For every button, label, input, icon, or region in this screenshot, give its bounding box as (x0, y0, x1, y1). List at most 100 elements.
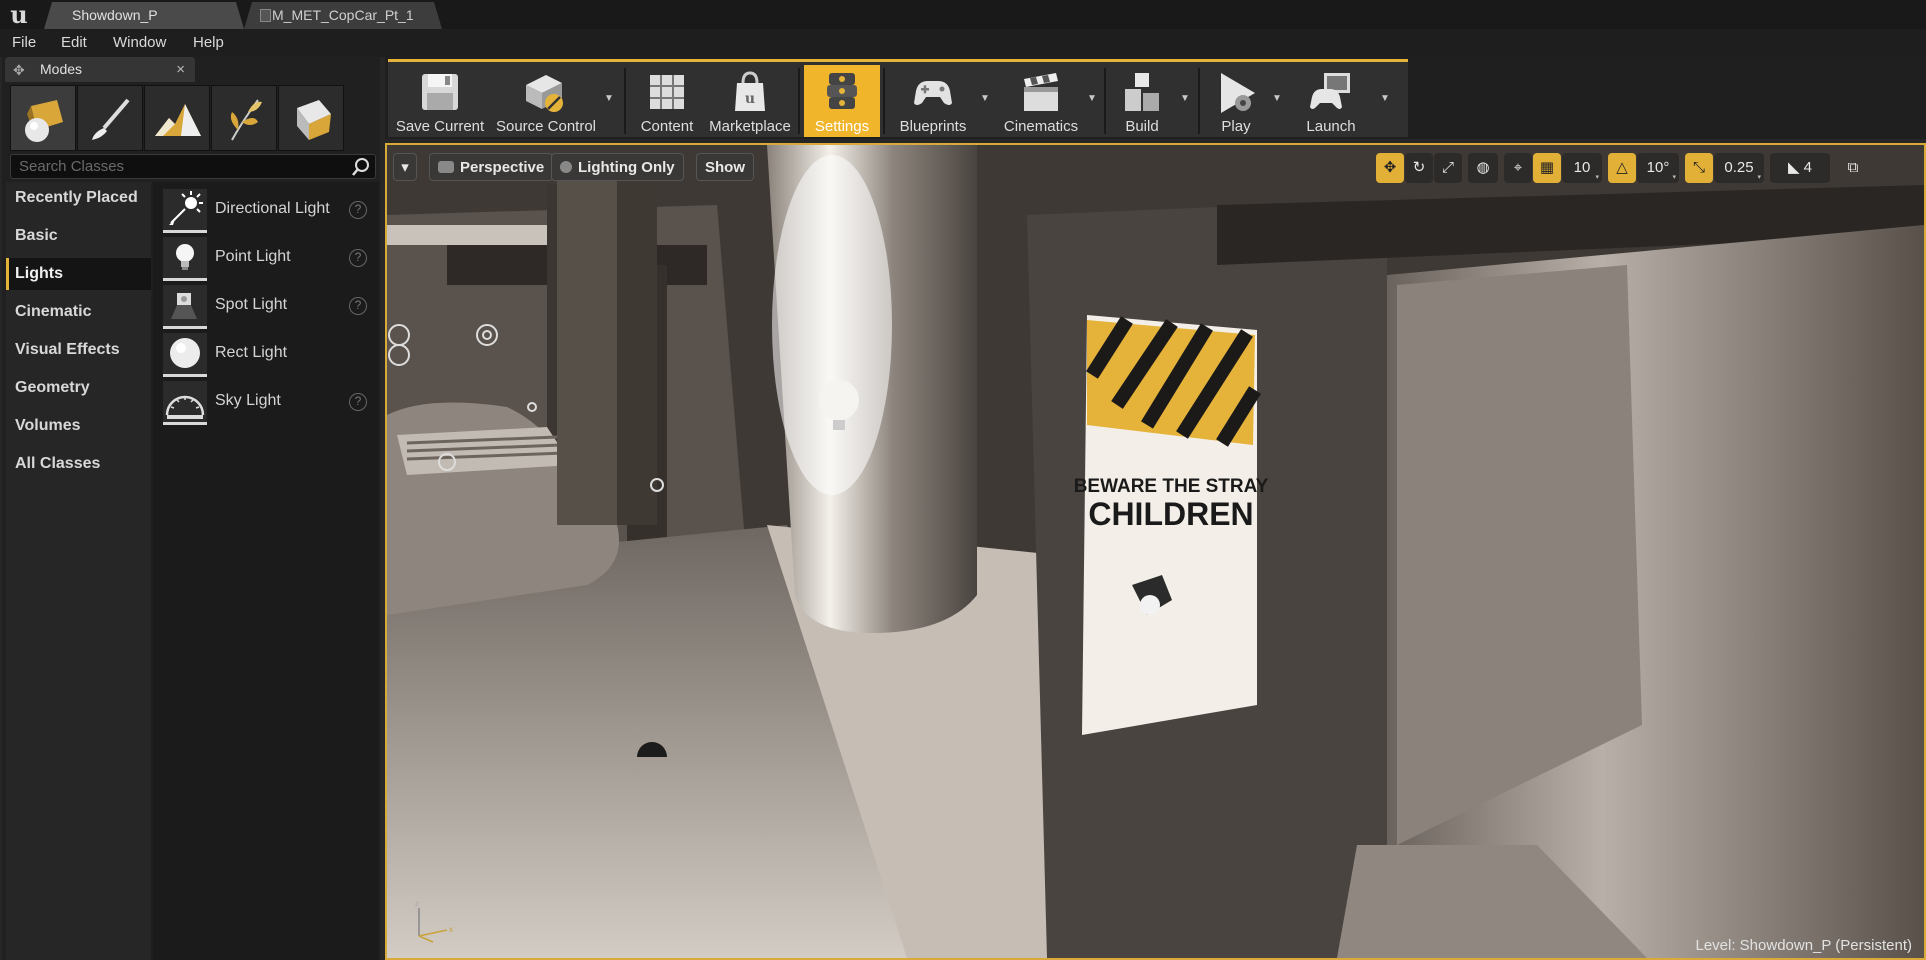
tab-m-met-copcar[interactable]: M_MET_CopCar_Pt_1 (244, 2, 442, 29)
viewport-transform-toolbar: ✥ ↻ ⤢ ◍ ⌖ ▦ 10 ▾ △ 10° ▾ ⤡ 0.25 ▾ ◣ 4 ⧉ (1376, 153, 1916, 183)
clapperboard-icon (1024, 73, 1058, 111)
perspective-button[interactable]: Perspective (429, 153, 554, 181)
scale-mode-icon[interactable]: ⤢ (1434, 153, 1462, 183)
menu-file[interactable]: File (12, 29, 36, 57)
material-document-icon (260, 9, 271, 22)
launch-dropdown[interactable]: ▼ (1378, 92, 1392, 106)
source-control-button[interactable]: Source Control (492, 65, 600, 137)
content-button[interactable]: Content (631, 65, 703, 137)
source-control-dropdown[interactable]: ▼ (602, 92, 616, 106)
help-icon[interactable]: ? (349, 393, 367, 411)
grid-snap-value[interactable]: 10 ▾ (1562, 153, 1602, 183)
maximize-viewport-icon[interactable]: ⧉ (1842, 153, 1864, 183)
settings-button[interactable]: Settings (804, 65, 880, 137)
foliage-mode-button[interactable] (211, 85, 277, 151)
search-classes-input[interactable] (11, 155, 341, 178)
menu-help[interactable]: Help (193, 29, 224, 57)
play-button[interactable]: Play (1204, 65, 1268, 137)
placeable-label: Rect Light (215, 344, 288, 361)
camera-speed-icon: ◣ (1787, 159, 1804, 176)
class-category-list: Recently Placed Basic Lights Cinematic V… (6, 182, 151, 960)
unreal-editor-window: u Showdown_P M_MET_CopCar_Pt_1 File Edit… (0, 0, 1926, 960)
paint-mode-button[interactable] (77, 85, 143, 151)
level-viewport[interactable]: BEWARE THE STRAY CHILDREN ▾ Perspective (385, 143, 1926, 960)
directional-light-icon (163, 189, 207, 233)
perspective-label: Perspective (460, 159, 545, 176)
blueprints-gamepad-icon (914, 81, 952, 105)
category-lights[interactable]: Lights (6, 258, 151, 290)
tab-showdown-p[interactable]: Showdown_P (44, 2, 244, 29)
placeable-point-light[interactable]: Point Light ? (153, 234, 379, 282)
category-basic[interactable]: Basic (6, 220, 151, 252)
category-volumes[interactable]: Volumes (6, 410, 151, 442)
viewport-scene[interactable]: BEWARE THE STRAY CHILDREN (387, 145, 1924, 958)
placeable-spot-light[interactable]: Spot Light ? (153, 282, 379, 330)
toolbar-separator (1104, 68, 1106, 134)
tab-label: M_MET_CopCar_Pt_1 (272, 7, 414, 23)
geometry-mode-button[interactable] (278, 85, 344, 151)
play-icon (1221, 73, 1255, 113)
cinematics-button[interactable]: Cinematics (996, 65, 1086, 137)
marketplace-button[interactable]: u Marketplace (705, 65, 795, 137)
modes-panel: ✥ Modes × Search Classes Recently Placed… (2, 57, 380, 960)
toolbar-separator (624, 68, 626, 134)
menu-edit[interactable]: Edit (61, 29, 87, 57)
placeable-label: Point Light (215, 248, 291, 265)
viewport-options-button[interactable]: ▾ (393, 153, 417, 181)
category-visual-effects[interactable]: Visual Effects (6, 334, 151, 366)
placeable-label: Spot Light (215, 296, 288, 313)
svg-text:u: u (745, 91, 755, 107)
blueprints-dropdown[interactable]: ▼ (978, 92, 992, 106)
placeable-actors-list: Directional Light ? Point Light ? Spot L… (153, 182, 379, 960)
rotation-snap-value[interactable]: 10° ▾ (1637, 153, 1679, 183)
modes-icon: ✥ (13, 62, 25, 78)
world-space-icon[interactable]: ◍ (1468, 153, 1498, 183)
help-icon[interactable]: ? (349, 297, 367, 315)
grid-snap-icon[interactable]: ▦ (1533, 153, 1561, 183)
geometry-cube-icon (297, 100, 331, 140)
scale-snap-value[interactable]: 0.25 ▾ (1714, 153, 1764, 183)
tab-label: Showdown_P (72, 7, 158, 23)
rotation-snap-icon[interactable]: △ (1608, 153, 1636, 183)
show-flags-button[interactable]: Show (696, 153, 754, 181)
build-button[interactable]: Build (1110, 65, 1174, 137)
help-icon[interactable]: ? (349, 201, 367, 219)
close-icon[interactable]: × (176, 57, 185, 82)
view-mode-button[interactable]: Lighting Only (551, 153, 684, 181)
landscape-mountain-icon (155, 104, 201, 136)
rotate-mode-icon[interactable]: ↻ (1405, 153, 1433, 183)
foliage-leaf-icon (230, 99, 262, 141)
translate-mode-icon[interactable]: ✥ (1376, 153, 1404, 183)
build-blocks-icon (1125, 73, 1159, 111)
save-current-button[interactable]: Save Current (392, 65, 488, 137)
place-mode-button[interactable] (10, 85, 76, 151)
current-level-label: Level: Showdown_P (Persistent) (1695, 937, 1912, 954)
build-dropdown[interactable]: ▼ (1178, 92, 1192, 106)
help-icon[interactable]: ? (349, 249, 367, 267)
mode-buttons (10, 85, 350, 151)
category-geometry[interactable]: Geometry (6, 372, 151, 404)
cinematics-dropdown[interactable]: ▼ (1085, 92, 1099, 106)
surface-snap-icon[interactable]: ⌖ (1504, 153, 1532, 183)
launch-button[interactable]: Launch (1288, 65, 1374, 137)
unreal-logo-icon[interactable]: u (2, 1, 36, 28)
landscape-mode-button[interactable] (144, 85, 210, 151)
poster-line-1: BEWARE THE STRAY (1074, 476, 1269, 497)
play-dropdown[interactable]: ▼ (1270, 92, 1284, 106)
toolbar-label: Marketplace (709, 118, 791, 135)
blueprints-button[interactable]: Blueprints (888, 65, 978, 137)
category-all-classes[interactable]: All Classes (6, 448, 151, 480)
menu-window[interactable]: Window (113, 29, 166, 57)
modes-tab[interactable]: ✥ Modes × (5, 57, 195, 82)
category-recently-placed[interactable]: Recently Placed (6, 182, 151, 214)
category-cinematic[interactable]: Cinematic (6, 296, 151, 328)
placeable-label: Directional Light (215, 200, 330, 217)
search-icon[interactable] (351, 157, 371, 177)
spot-light-icon (163, 285, 207, 329)
placeable-directional-light[interactable]: Directional Light ? (153, 186, 379, 234)
scale-snap-icon[interactable]: ⤡ (1685, 153, 1713, 183)
placeable-sky-light[interactable]: Sky Light ? (153, 378, 379, 426)
placeable-rect-light[interactable]: Rect Light (153, 330, 379, 378)
camera-speed-button[interactable]: ◣ 4 (1770, 153, 1830, 183)
camera-icon (438, 161, 454, 173)
